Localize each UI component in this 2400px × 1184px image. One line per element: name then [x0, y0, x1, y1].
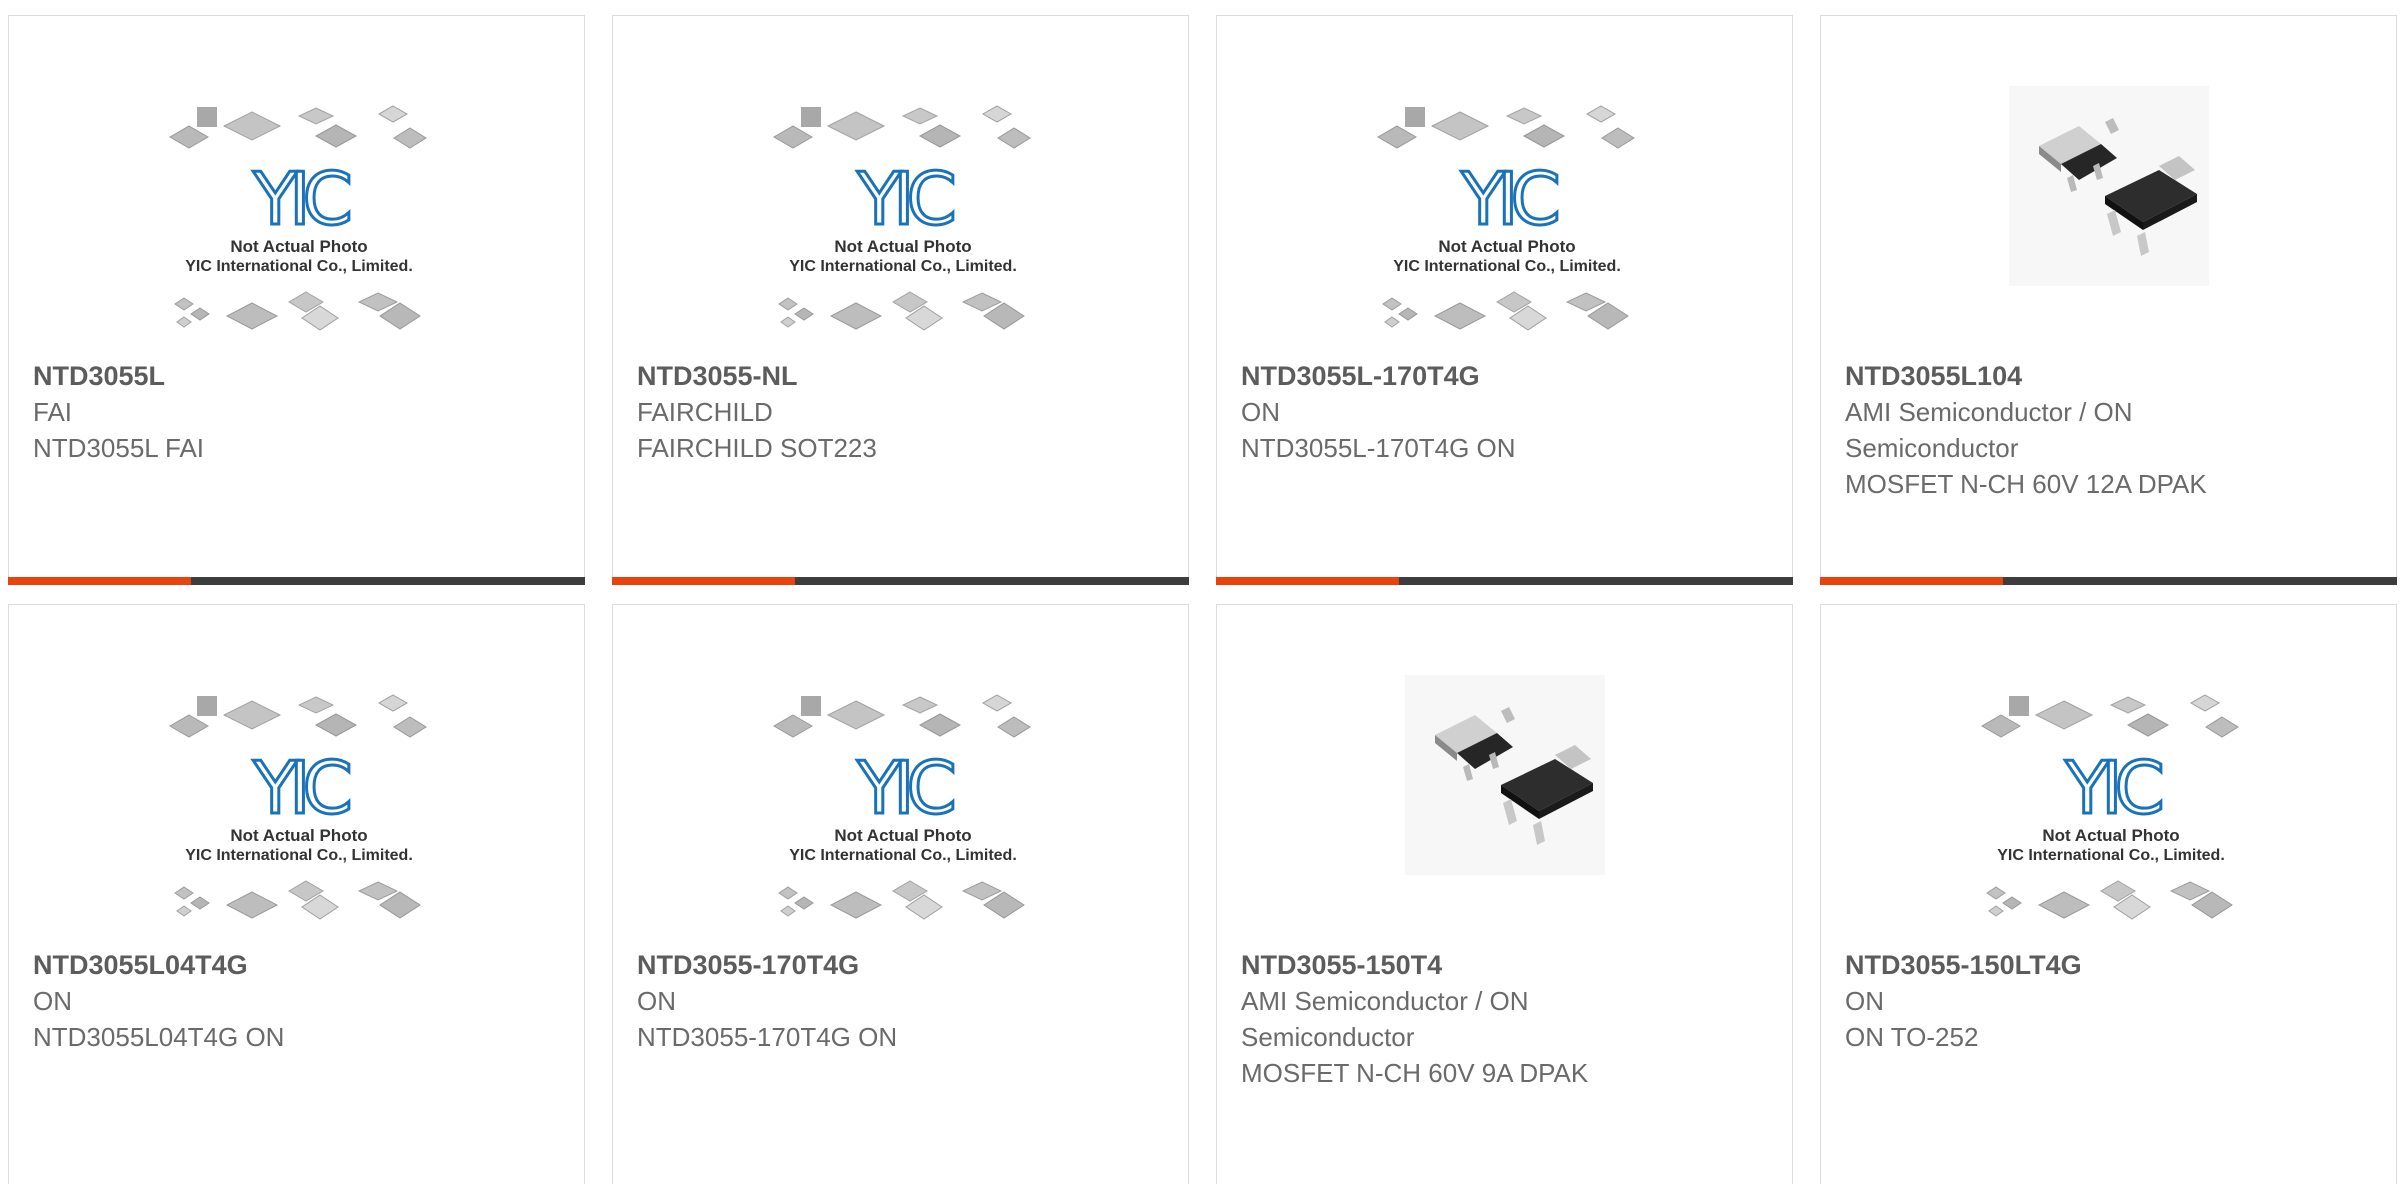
- placeholder-caption: Not Actual Photo: [230, 237, 367, 256]
- card-footer-bar: [612, 577, 1189, 585]
- product-image[interactable]: YIC Not Actual Photo YIC International Co.…: [9, 16, 584, 351]
- placeholder-company: YIC International Co., Limited.: [789, 847, 1017, 864]
- product-image[interactable]: [1821, 16, 2396, 351]
- card-accent-bar: [1820, 577, 2003, 585]
- product-image[interactable]: YIC Not Actual Photo YIC International Co.…: [613, 16, 1188, 351]
- product-description: MOSFET N-CH 60V 12A DPAK: [1845, 469, 2207, 499]
- part-number[interactable]: NTD3055L-170T4G: [1241, 358, 1768, 394]
- product-info: NTD3055L104 AMI Semiconductor / ON Semic…: [1845, 358, 2372, 502]
- product-manufacturer-cont: Semiconductor: [1241, 1022, 1415, 1052]
- product-info: NTD3055L FAI NTD3055L FAI: [33, 358, 560, 466]
- card-footer-bar: [1820, 577, 2397, 585]
- part-number[interactable]: NTD3055L: [33, 358, 560, 394]
- yic-logo: YIC: [1460, 157, 1557, 241]
- product-info: NTD3055-150T4 AMI Semiconductor / ON Sem…: [1241, 947, 1768, 1091]
- part-number[interactable]: NTD3055L04T4G: [33, 947, 560, 983]
- product-grid: YIC Not Actual Photo YIC International Co.…: [0, 0, 2400, 1184]
- product-manufacturer: ON: [33, 986, 72, 1016]
- product-info: NTD3055-NL FAIRCHILD FAIRCHILD SOT223: [637, 358, 1164, 466]
- dpak-package-photo: [1405, 675, 1605, 875]
- product-manufacturer: AMI Semiconductor / ON: [1241, 986, 1529, 1016]
- ic-chips-placeholder-icon: YICNot Actual Photo YIC International Co.…: [169, 694, 427, 920]
- product-card[interactable]: YIC Not Actual Photo YIC International Co.…: [612, 604, 1189, 1184]
- product-manufacturer: ON: [1241, 397, 1280, 427]
- product-description: NTD3055L FAI: [33, 433, 205, 463]
- product-image[interactable]: YIC Not Actual Photo YIC International Co.…: [1217, 16, 1792, 351]
- ic-chips-placeholder-icon: YICNot Actual Photo YIC International Co.…: [169, 105, 427, 331]
- product-card[interactable]: YIC Not Actual Photo YIC International Co.…: [612, 15, 1189, 585]
- placeholder-caption: Not Actual Photo: [834, 826, 971, 845]
- card-accent-bar: [1216, 577, 1399, 585]
- product-manufacturer: AMI Semiconductor / ON: [1845, 397, 2133, 427]
- part-number[interactable]: NTD3055-150T4: [1241, 947, 1768, 983]
- ic-chips-placeholder-icon: YICNot Actual Photo YIC International Co.…: [773, 105, 1031, 331]
- product-card[interactable]: YIC Not Actual Photo YIC International Co.…: [1216, 15, 1793, 585]
- product-image[interactable]: YIC Not Actual Photo YIC International Co.…: [613, 605, 1188, 940]
- yic-logo: YIC: [252, 746, 349, 830]
- placeholder-caption: Not Actual Photo: [2042, 826, 2179, 845]
- product-manufacturer: FAI: [33, 397, 73, 427]
- product-manufacturer: FAIRCHILD: [637, 397, 773, 427]
- placeholder-company: YIC International Co., Limited.: [185, 258, 413, 275]
- placeholder-caption: Not Actual Photo: [1438, 237, 1575, 256]
- product-image[interactable]: YIC Not Actual Photo YIC International Co.…: [1821, 605, 2396, 940]
- product-manufacturer-cont: Semiconductor: [1845, 433, 2019, 463]
- placeholder-caption: Not Actual Photo: [834, 237, 971, 256]
- product-card[interactable]: NTD3055L104 AMI Semiconductor / ON Semic…: [1820, 15, 2397, 585]
- product-manufacturer: ON: [1845, 986, 1884, 1016]
- part-number[interactable]: NTD3055L104: [1845, 358, 2372, 394]
- product-description: FAIRCHILD SOT223: [637, 433, 877, 463]
- product-card[interactable]: YIC Not Actual Photo YIC International Co.…: [1820, 604, 2397, 1184]
- product-image[interactable]: [1217, 605, 1792, 940]
- part-number[interactable]: NTD3055-NL: [637, 358, 1164, 394]
- card-footer-bar: [1216, 577, 1793, 585]
- part-number[interactable]: NTD3055-170T4G: [637, 947, 1164, 983]
- product-manufacturer: ON: [637, 986, 676, 1016]
- ic-chips-placeholder-icon: YICNot Actual Photo YIC International Co.…: [1981, 694, 2239, 920]
- placeholder-company: YIC International Co., Limited.: [1997, 847, 2225, 864]
- product-info: NTD3055-170T4G ON NTD3055-170T4G ON: [637, 947, 1164, 1055]
- product-description: NTD3055L-170T4G ON: [1241, 433, 1516, 463]
- placeholder-company: YIC International Co., Limited.: [185, 847, 413, 864]
- dpak-package-photo: [2009, 86, 2209, 286]
- product-card[interactable]: YIC Not Actual Photo YIC International Co.…: [8, 604, 585, 1184]
- product-description: ON TO-252: [1845, 1022, 1979, 1052]
- product-description: NTD3055-170T4G ON: [637, 1022, 898, 1052]
- yic-logo: YIC: [856, 746, 953, 830]
- yic-logo: YIC: [856, 157, 953, 241]
- card-accent-bar: [612, 577, 795, 585]
- placeholder-company: YIC International Co., Limited.: [789, 258, 1017, 275]
- placeholder-company: YIC International Co., Limited.: [1393, 258, 1621, 275]
- card-footer-bar: [8, 577, 585, 585]
- yic-logo: YIC: [2064, 746, 2161, 830]
- product-card[interactable]: NTD3055-150T4 AMI Semiconductor / ON Sem…: [1216, 604, 1793, 1184]
- ic-chips-placeholder-icon: YICNot Actual Photo YIC International Co.…: [1377, 105, 1635, 331]
- product-info: NTD3055L04T4G ON NTD3055L04T4G ON: [33, 947, 560, 1055]
- product-image[interactable]: YIC Not Actual Photo YIC International Co.…: [9, 605, 584, 940]
- placeholder-caption: Not Actual Photo: [230, 826, 367, 845]
- card-accent-bar: [8, 577, 191, 585]
- product-info: NTD3055-150LT4G ON ON TO-252: [1845, 947, 2372, 1055]
- yic-logo: YIC: [252, 157, 349, 241]
- ic-chips-placeholder-icon: YICNot Actual Photo YIC International Co.…: [773, 694, 1031, 920]
- part-number[interactable]: NTD3055-150LT4G: [1845, 947, 2372, 983]
- product-description: MOSFET N-CH 60V 9A DPAK: [1241, 1058, 1589, 1088]
- product-description: NTD3055L04T4G ON: [33, 1022, 285, 1052]
- product-info: NTD3055L-170T4G ON NTD3055L-170T4G ON: [1241, 358, 1768, 466]
- product-card[interactable]: YIC Not Actual Photo YIC International Co.…: [8, 15, 585, 585]
